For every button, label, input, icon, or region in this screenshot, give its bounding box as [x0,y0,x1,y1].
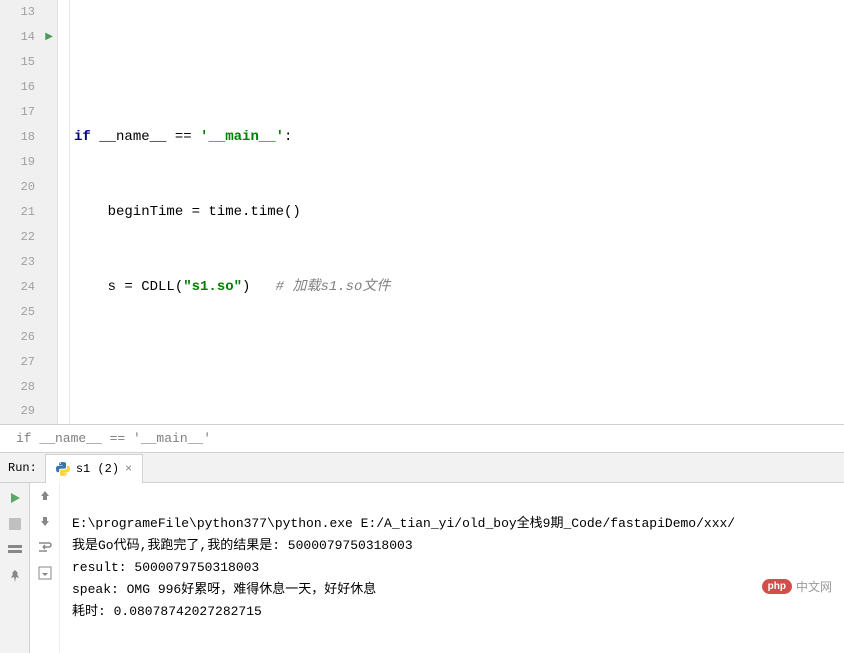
wrap-icon[interactable] [38,541,52,556]
gutter-line[interactable]: 16 [0,75,57,100]
run-label: Run: [0,461,45,475]
watermark-badge: php [762,579,792,594]
down-arrow-icon[interactable] [39,515,51,531]
comment: # 加载s1.so文件 [250,279,390,295]
close-icon[interactable]: × [125,462,132,476]
output-line: result: 5000079750318003 [72,560,259,575]
gutter-line[interactable]: 22 [0,224,57,249]
gutter-line[interactable]: 24 [0,274,57,299]
run-header: Run: s1 (2) × [0,453,844,483]
watermark: php 中文网 [762,578,832,595]
stop-icon[interactable] [6,515,24,533]
gutter-line[interactable]: 20 [0,175,57,200]
run-tab-label: s1 (2) [76,462,119,476]
code-text: __name__ == [91,129,200,145]
gutter-line[interactable]: 23 [0,249,57,274]
code-text: s = CDLL( [74,279,183,295]
gutter-line[interactable]: 21 [0,200,57,225]
gutter-line[interactable]: 15 [0,50,57,75]
gutter-line[interactable]: 19 [0,150,57,175]
up-arrow-icon[interactable] [39,489,51,505]
gutter-line[interactable]: 18 [0,125,57,150]
output-line: speak: OMG 996好累呀，难得休息一天，好好休息 [72,582,376,597]
code-text: : [284,129,292,145]
run-tab[interactable]: s1 (2) × [45,454,143,483]
code-text: beginTime = time.time() [74,204,301,220]
breadcrumb-text: if __name__ == '__main__' [16,431,211,446]
gutter-line[interactable]: 28 [0,374,57,399]
string-literal: '__main__' [200,129,284,145]
scroll-to-end-icon[interactable] [38,566,52,584]
run-output[interactable]: E:\programeFile\python377\python.exe E:/… [60,483,844,653]
gutter-line[interactable]: 13 [0,0,57,25]
rerun-icon[interactable] [6,489,24,507]
code-area[interactable]: if __name__ == '__main__': beginTime = t… [70,0,844,424]
python-icon [56,462,70,476]
fold-strip[interactable] [58,0,70,424]
watermark-text: 中文网 [796,578,832,595]
pin-icon[interactable] [6,567,24,585]
gutter-line[interactable]: 17 [0,100,57,125]
gutter-line[interactable]: 25 [0,299,57,324]
run-body: E:\programeFile\python377\python.exe E:/… [0,483,844,653]
breadcrumb[interactable]: if __name__ == '__main__' [0,425,844,453]
keyword: if [74,129,91,145]
code-editor: 13 14 15 16 17 18 19 20 21 22 23 24 25 2… [0,0,844,425]
run-toolbar-left [0,483,30,653]
gutter-line[interactable]: 27 [0,349,57,374]
string-literal: "s1.so" [183,279,242,295]
output-line: 耗时: 0.08078742027282715 [72,604,262,619]
layout-icon[interactable] [6,541,24,559]
gutter-line-runnable[interactable]: 14 [0,25,57,50]
run-panel: Run: s1 (2) × E:\programeFile\python377\… [0,453,844,653]
output-line: E:\programeFile\python377\python.exe E:/… [72,516,735,531]
output-line: 我是Go代码,我跑完了,我的结果是: 5000079750318003 [72,538,413,553]
gutter-line[interactable]: 26 [0,324,57,349]
run-controls [30,483,60,653]
line-gutter: 13 14 15 16 17 18 19 20 21 22 23 24 25 2… [0,0,58,424]
gutter-line[interactable]: 29 [0,399,57,424]
